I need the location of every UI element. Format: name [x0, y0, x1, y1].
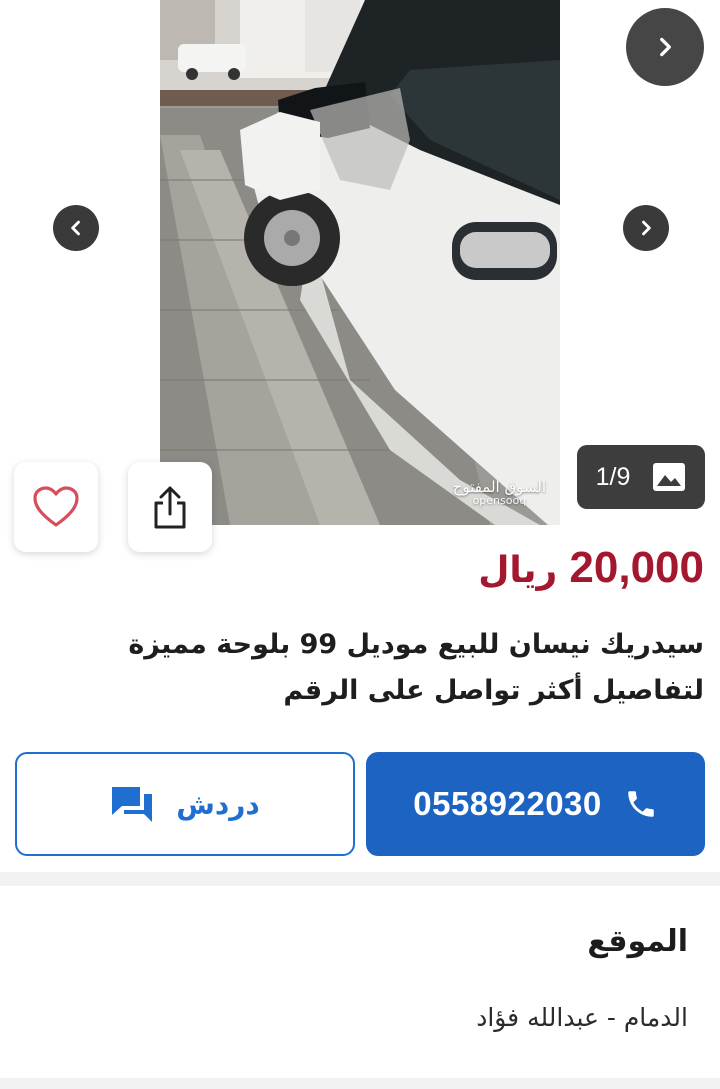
car-photo [160, 0, 560, 525]
listing-title: سيدريك نيسان للبيع موديل 99 بلوحة مميزة … [128, 629, 704, 706]
next-image-button-top[interactable] [626, 8, 704, 86]
opensooq-watermark: السوق المفتوح opensooq [453, 479, 546, 507]
next-image-button[interactable] [623, 205, 669, 251]
chat-button-label: دردش [176, 787, 260, 821]
location-value: الدمام - عبدالله فؤاد [476, 1003, 688, 1032]
call-button[interactable]: 0558922030 [366, 752, 705, 856]
chevron-left-icon [71, 220, 80, 236]
image-counter[interactable]: 1/9 [577, 445, 705, 509]
heart-icon [33, 486, 79, 527]
image-counter-text: 1/9 [595, 462, 631, 491]
watermark-arabic: السوق المفتوح [452, 478, 546, 496]
image-gallery[interactable]: السوق المفتوح opensooq 1/9 [0, 0, 720, 552]
price-currency: ريال [478, 550, 558, 591]
prev-image-button[interactable] [53, 205, 99, 251]
watermark-latin: opensooq [472, 494, 527, 507]
chat-button[interactable]: دردش [15, 752, 355, 856]
chevron-right-icon [660, 37, 671, 57]
call-button-label: 0558922030 [413, 785, 602, 822]
favorite-button[interactable] [14, 462, 98, 552]
location-heading: الموقع [587, 924, 688, 959]
chevron-right-icon [642, 220, 651, 236]
image-icon [653, 463, 686, 491]
phone-icon [628, 791, 654, 817]
share-icon [154, 486, 186, 529]
chat-icon [112, 787, 153, 822]
section-divider-bottom [0, 1078, 720, 1089]
section-divider [0, 872, 720, 886]
share-button[interactable] [128, 462, 212, 552]
price-value: 20,000 [569, 543, 704, 592]
listing-photo[interactable]: السوق المفتوح opensooq [160, 0, 560, 525]
listing-price: 20,000 ريال [478, 538, 704, 601]
